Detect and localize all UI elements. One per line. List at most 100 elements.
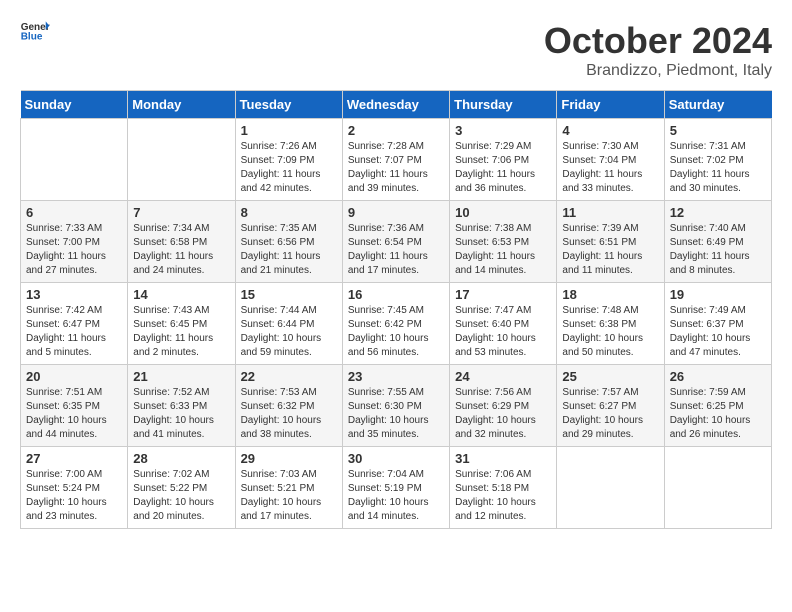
day-daylight: Daylight: 10 hours and 38 minutes. [241,415,322,440]
day-number: 25 [562,369,658,384]
col-wednesday: Wednesday [342,91,449,119]
day-sunrise: Sunrise: 7:36 AM [348,223,424,234]
day-cell: 21 Sunrise: 7:52 AM Sunset: 6:33 PM Dayl… [128,365,235,447]
day-cell [128,119,235,201]
day-daylight: Daylight: 11 hours and 14 minutes. [455,251,535,276]
day-cell: 19 Sunrise: 7:49 AM Sunset: 6:37 PM Dayl… [664,283,771,365]
day-sunset: Sunset: 6:40 PM [455,319,529,330]
day-number: 27 [26,451,122,466]
day-daylight: Daylight: 10 hours and 50 minutes. [562,333,643,358]
day-sunrise: Sunrise: 7:04 AM [348,469,424,480]
day-number: 18 [562,287,658,302]
col-monday: Monday [128,91,235,119]
day-sunset: Sunset: 5:18 PM [455,483,529,494]
day-cell: 25 Sunrise: 7:57 AM Sunset: 6:27 PM Dayl… [557,365,664,447]
day-sunrise: Sunrise: 7:34 AM [133,223,209,234]
day-sunrise: Sunrise: 7:39 AM [562,223,638,234]
day-cell: 24 Sunrise: 7:56 AM Sunset: 6:29 PM Dayl… [450,365,557,447]
day-cell: 17 Sunrise: 7:47 AM Sunset: 6:40 PM Dayl… [450,283,557,365]
day-cell [21,119,128,201]
day-sunset: Sunset: 7:04 PM [562,155,636,166]
day-daylight: Daylight: 11 hours and 39 minutes. [348,169,428,194]
day-number: 12 [670,205,766,220]
day-daylight: Daylight: 11 hours and 36 minutes. [455,169,535,194]
day-daylight: Daylight: 10 hours and 35 minutes. [348,415,429,440]
day-sunset: Sunset: 7:00 PM [26,237,100,248]
day-sunrise: Sunrise: 7:49 AM [670,305,746,316]
day-sunrise: Sunrise: 7:26 AM [241,141,317,152]
week-row-2: 6 Sunrise: 7:33 AM Sunset: 7:00 PM Dayli… [21,201,772,283]
day-daylight: Daylight: 11 hours and 17 minutes. [348,251,428,276]
header-row: Sunday Monday Tuesday Wednesday Thursday… [21,91,772,119]
day-sunrise: Sunrise: 7:02 AM [133,469,209,480]
day-sunrise: Sunrise: 7:55 AM [348,387,424,398]
day-daylight: Daylight: 11 hours and 21 minutes. [241,251,321,276]
day-cell: 2 Sunrise: 7:28 AM Sunset: 7:07 PM Dayli… [342,119,449,201]
day-cell: 5 Sunrise: 7:31 AM Sunset: 7:02 PM Dayli… [664,119,771,201]
week-row-5: 27 Sunrise: 7:00 AM Sunset: 5:24 PM Dayl… [21,447,772,529]
day-sunrise: Sunrise: 7:53 AM [241,387,317,398]
day-number: 7 [133,205,229,220]
day-sunrise: Sunrise: 7:57 AM [562,387,638,398]
day-cell: 7 Sunrise: 7:34 AM Sunset: 6:58 PM Dayli… [128,201,235,283]
day-sunrise: Sunrise: 7:31 AM [670,141,746,152]
day-cell: 8 Sunrise: 7:35 AM Sunset: 6:56 PM Dayli… [235,201,342,283]
day-daylight: Daylight: 11 hours and 33 minutes. [562,169,642,194]
day-daylight: Daylight: 11 hours and 42 minutes. [241,169,321,194]
day-cell: 11 Sunrise: 7:39 AM Sunset: 6:51 PM Dayl… [557,201,664,283]
day-sunset: Sunset: 5:19 PM [348,483,422,494]
day-sunrise: Sunrise: 7:33 AM [26,223,102,234]
day-sunrise: Sunrise: 7:03 AM [241,469,317,480]
day-sunrise: Sunrise: 7:35 AM [241,223,317,234]
day-number: 3 [455,123,551,138]
day-sunset: Sunset: 6:56 PM [241,237,315,248]
location-title: Brandizzo, Piedmont, Italy [544,62,772,80]
day-cell: 27 Sunrise: 7:00 AM Sunset: 5:24 PM Dayl… [21,447,128,529]
day-number: 28 [133,451,229,466]
day-sunrise: Sunrise: 7:48 AM [562,305,638,316]
col-saturday: Saturday [664,91,771,119]
day-sunrise: Sunrise: 7:45 AM [348,305,424,316]
day-number: 13 [26,287,122,302]
calendar-table: Sunday Monday Tuesday Wednesday Thursday… [20,90,772,529]
day-sunrise: Sunrise: 7:30 AM [562,141,638,152]
day-number: 20 [26,369,122,384]
day-sunset: Sunset: 6:30 PM [348,401,422,412]
day-sunset: Sunset: 6:38 PM [562,319,636,330]
week-row-4: 20 Sunrise: 7:51 AM Sunset: 6:35 PM Dayl… [21,365,772,447]
day-cell: 15 Sunrise: 7:44 AM Sunset: 6:44 PM Dayl… [235,283,342,365]
day-daylight: Daylight: 11 hours and 8 minutes. [670,251,750,276]
day-sunset: Sunset: 6:27 PM [562,401,636,412]
day-number: 31 [455,451,551,466]
day-sunset: Sunset: 6:45 PM [133,319,207,330]
day-cell: 23 Sunrise: 7:55 AM Sunset: 6:30 PM Dayl… [342,365,449,447]
day-daylight: Daylight: 10 hours and 12 minutes. [455,497,536,522]
month-title: October 2024 [544,20,772,62]
day-sunset: Sunset: 5:22 PM [133,483,207,494]
day-cell: 26 Sunrise: 7:59 AM Sunset: 6:25 PM Dayl… [664,365,771,447]
day-sunset: Sunset: 6:29 PM [455,401,529,412]
day-sunrise: Sunrise: 7:06 AM [455,469,531,480]
day-cell: 22 Sunrise: 7:53 AM Sunset: 6:32 PM Dayl… [235,365,342,447]
day-daylight: Daylight: 10 hours and 29 minutes. [562,415,643,440]
day-daylight: Daylight: 11 hours and 11 minutes. [562,251,642,276]
day-sunset: Sunset: 5:21 PM [241,483,315,494]
day-cell: 18 Sunrise: 7:48 AM Sunset: 6:38 PM Dayl… [557,283,664,365]
day-cell: 6 Sunrise: 7:33 AM Sunset: 7:00 PM Dayli… [21,201,128,283]
day-sunrise: Sunrise: 7:44 AM [241,305,317,316]
day-sunrise: Sunrise: 7:42 AM [26,305,102,316]
day-sunrise: Sunrise: 7:29 AM [455,141,531,152]
day-sunset: Sunset: 6:54 PM [348,237,422,248]
col-friday: Friday [557,91,664,119]
day-sunset: Sunset: 6:37 PM [670,319,744,330]
day-sunset: Sunset: 6:58 PM [133,237,207,248]
day-sunset: Sunset: 6:35 PM [26,401,100,412]
day-number: 14 [133,287,229,302]
day-number: 19 [670,287,766,302]
week-row-1: 1 Sunrise: 7:26 AM Sunset: 7:09 PM Dayli… [21,119,772,201]
day-cell [557,447,664,529]
day-cell: 13 Sunrise: 7:42 AM Sunset: 6:47 PM Dayl… [21,283,128,365]
day-daylight: Daylight: 10 hours and 17 minutes. [241,497,322,522]
day-cell: 29 Sunrise: 7:03 AM Sunset: 5:21 PM Dayl… [235,447,342,529]
day-sunrise: Sunrise: 7:40 AM [670,223,746,234]
